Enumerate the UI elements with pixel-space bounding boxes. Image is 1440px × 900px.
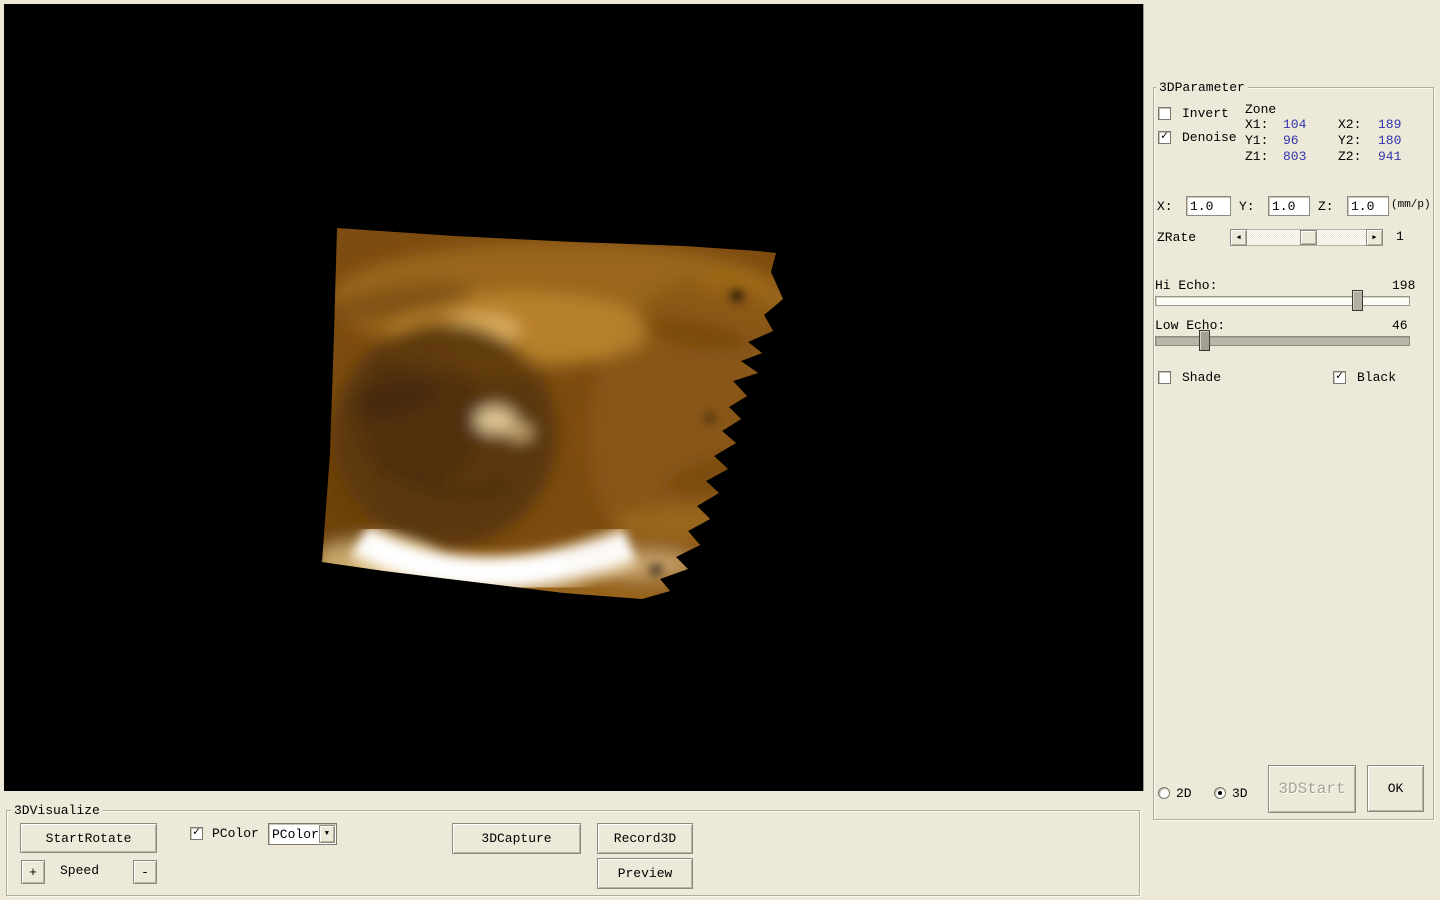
- zone-z1-label: Z1:: [1245, 149, 1268, 164]
- render-canvas[interactable]: [4, 4, 1144, 791]
- zone-y1-value: 96: [1283, 133, 1299, 148]
- hi-echo-thumb[interactable]: [1352, 290, 1363, 311]
- hi-echo-slider[interactable]: [1155, 296, 1410, 306]
- check-icon: ✓: [1334, 371, 1345, 382]
- mode-3d-radio[interactable]: [1214, 787, 1226, 799]
- zrate-value: 1: [1396, 229, 1404, 244]
- speed-minus-button[interactable]: -: [133, 860, 157, 884]
- voxel-z-label: Z:: [1318, 199, 1334, 214]
- low-echo-value: 46: [1392, 318, 1408, 333]
- black-label: Black: [1357, 370, 1396, 385]
- zone-y1-label: Y1:: [1245, 133, 1268, 148]
- zone-x1-value: 104: [1283, 117, 1306, 132]
- voxel-y-label: Y:: [1239, 199, 1255, 214]
- start3d-button[interactable]: 3DStart: [1268, 765, 1356, 813]
- zone-x1-label: X1:: [1245, 117, 1268, 132]
- invert-checkbox[interactable]: ✓: [1158, 107, 1171, 120]
- invert-label: Invert: [1182, 106, 1229, 121]
- check-icon: ✓: [1159, 131, 1170, 142]
- pcolor-checkbox[interactable]: ✓: [190, 827, 203, 840]
- parameter-groupbox-title: 3DParameter: [1156, 80, 1248, 95]
- mode-3d-label: 3D: [1232, 786, 1248, 801]
- voxel-z-input[interactable]: [1347, 196, 1389, 216]
- low-echo-thumb[interactable]: [1199, 330, 1210, 351]
- low-echo-label: Low Echo:: [1155, 318, 1225, 333]
- zone-z2-label: Z2:: [1338, 149, 1361, 164]
- zrate-left-arrow-icon[interactable]: ◀: [1230, 229, 1247, 246]
- ok-button[interactable]: OK: [1367, 765, 1424, 812]
- shade-label: Shade: [1182, 370, 1221, 385]
- zrate-scrollbar: ◀ ▶: [1230, 229, 1383, 246]
- visualize-groupbox-title: 3DVisualize: [11, 803, 103, 818]
- zone-z2-value: 941: [1378, 149, 1401, 164]
- voxel-unit-label: (mm/p): [1391, 198, 1431, 213]
- zone-y2-label: Y2:: [1338, 133, 1361, 148]
- ultrasound-3d-app: { "parameter_panel": { "title": "3DParam…: [0, 0, 1440, 900]
- zrate-track[interactable]: [1247, 229, 1366, 246]
- chevron-down-icon[interactable]: ▼: [319, 825, 335, 843]
- zone-x2-label: X2:: [1338, 117, 1361, 132]
- zone-x2-value: 189: [1378, 117, 1401, 132]
- record-3d-button[interactable]: Record3D: [597, 823, 693, 854]
- zone-z1-value: 803: [1283, 149, 1306, 164]
- zone-y2-value: 180: [1378, 133, 1401, 148]
- zrate-label: ZRate: [1157, 230, 1196, 245]
- voxel-x-input[interactable]: [1186, 196, 1231, 216]
- black-checkbox[interactable]: ✓: [1333, 371, 1346, 384]
- zone-label: Zone: [1245, 102, 1276, 117]
- shade-checkbox[interactable]: ✓: [1158, 371, 1171, 384]
- mode-2d-label: 2D: [1176, 786, 1192, 801]
- zrate-thumb[interactable]: [1300, 230, 1317, 245]
- hi-echo-label: Hi Echo:: [1155, 278, 1217, 293]
- pcolor-label: PColor: [212, 826, 259, 841]
- preview-button[interactable]: Preview: [597, 858, 693, 889]
- radio-dot-icon: [1218, 791, 1222, 795]
- denoise-label: Denoise: [1182, 130, 1237, 145]
- pcolor-dropdown-value: PColor: [269, 827, 319, 842]
- speed-plus-button[interactable]: +: [21, 860, 45, 884]
- voxel-x-label: X:: [1157, 199, 1173, 214]
- denoise-checkbox[interactable]: ✓: [1158, 131, 1171, 144]
- start-rotate-button[interactable]: StartRotate: [20, 823, 157, 853]
- hi-echo-value: 198: [1392, 278, 1415, 293]
- capture-3d-button[interactable]: 3DCapture: [452, 823, 581, 854]
- pcolor-dropdown[interactable]: PColor ▼: [268, 823, 337, 845]
- speed-label: Speed: [60, 863, 99, 878]
- voxel-y-input[interactable]: [1268, 196, 1310, 216]
- ultrasound-render: [4, 4, 1144, 791]
- low-echo-slider[interactable]: [1155, 336, 1410, 346]
- zrate-right-arrow-icon[interactable]: ▶: [1366, 229, 1383, 246]
- check-icon: ✓: [191, 827, 202, 838]
- mode-2d-radio[interactable]: [1158, 787, 1170, 799]
